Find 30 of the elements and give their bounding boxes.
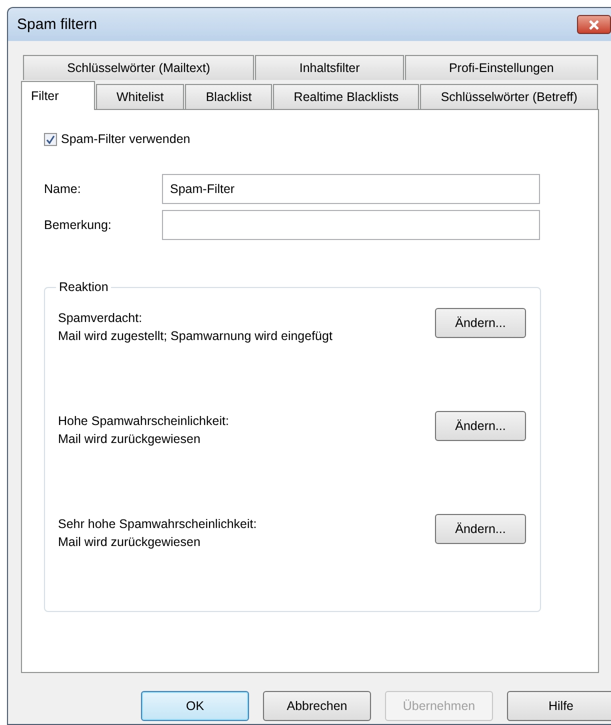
reaction-detail: Mail wird zugestellt; Spamwarnung wird eingefügt: [58, 329, 332, 343]
tab[interactable]: Realtime Blacklists: [273, 84, 420, 109]
tab[interactable]: Filter: [21, 81, 95, 110]
dialog-button[interactable]: Hilfe: [507, 691, 611, 721]
tab[interactable]: Profi-Einstellungen: [404, 55, 598, 80]
change-button[interactable]: Ändern...: [435, 514, 526, 544]
reaction-title: Spamverdacht:: [58, 311, 144, 325]
change-button[interactable]: Ändern...: [435, 411, 526, 441]
reaction-title: Sehr hohe Spamwahrscheinlichkeit:: [58, 517, 257, 531]
tab[interactable]: Schlüsselwörter (Mailtext): [23, 55, 254, 80]
close-button[interactable]: [577, 15, 611, 34]
checkbox-label: Spam-Filter verwenden: [61, 132, 190, 146]
input-field[interactable]: Spam-Filter: [162, 174, 540, 204]
field-label: Bemerkung:: [44, 218, 112, 232]
field-label: Name:: [44, 182, 82, 196]
dialog-button[interactable]: Abbrechen: [263, 691, 371, 721]
dialog-button[interactable]: OK: [141, 691, 249, 721]
reaction-detail: Mail wird zurückgewiesen: [58, 535, 202, 549]
input-field[interactable]: [162, 210, 540, 240]
tab[interactable]: Schlüsselwörter (Betreff): [420, 84, 598, 109]
tab[interactable]: Whitelist: [96, 84, 184, 109]
checkbox[interactable]: [44, 132, 57, 146]
reaction-title: Hohe Spamwahrscheinlichkeit:: [58, 414, 229, 428]
tab[interactable]: Blacklist: [185, 84, 272, 109]
close-icon: [588, 20, 600, 30]
window-title: Spam filtern: [17, 16, 98, 33]
tab[interactable]: Inhaltsfilter: [255, 55, 404, 80]
group-title: Reaktion: [58, 280, 110, 294]
reaction-detail: Mail wird zurückgewiesen: [58, 432, 202, 446]
change-button[interactable]: Ändern...: [435, 308, 526, 338]
